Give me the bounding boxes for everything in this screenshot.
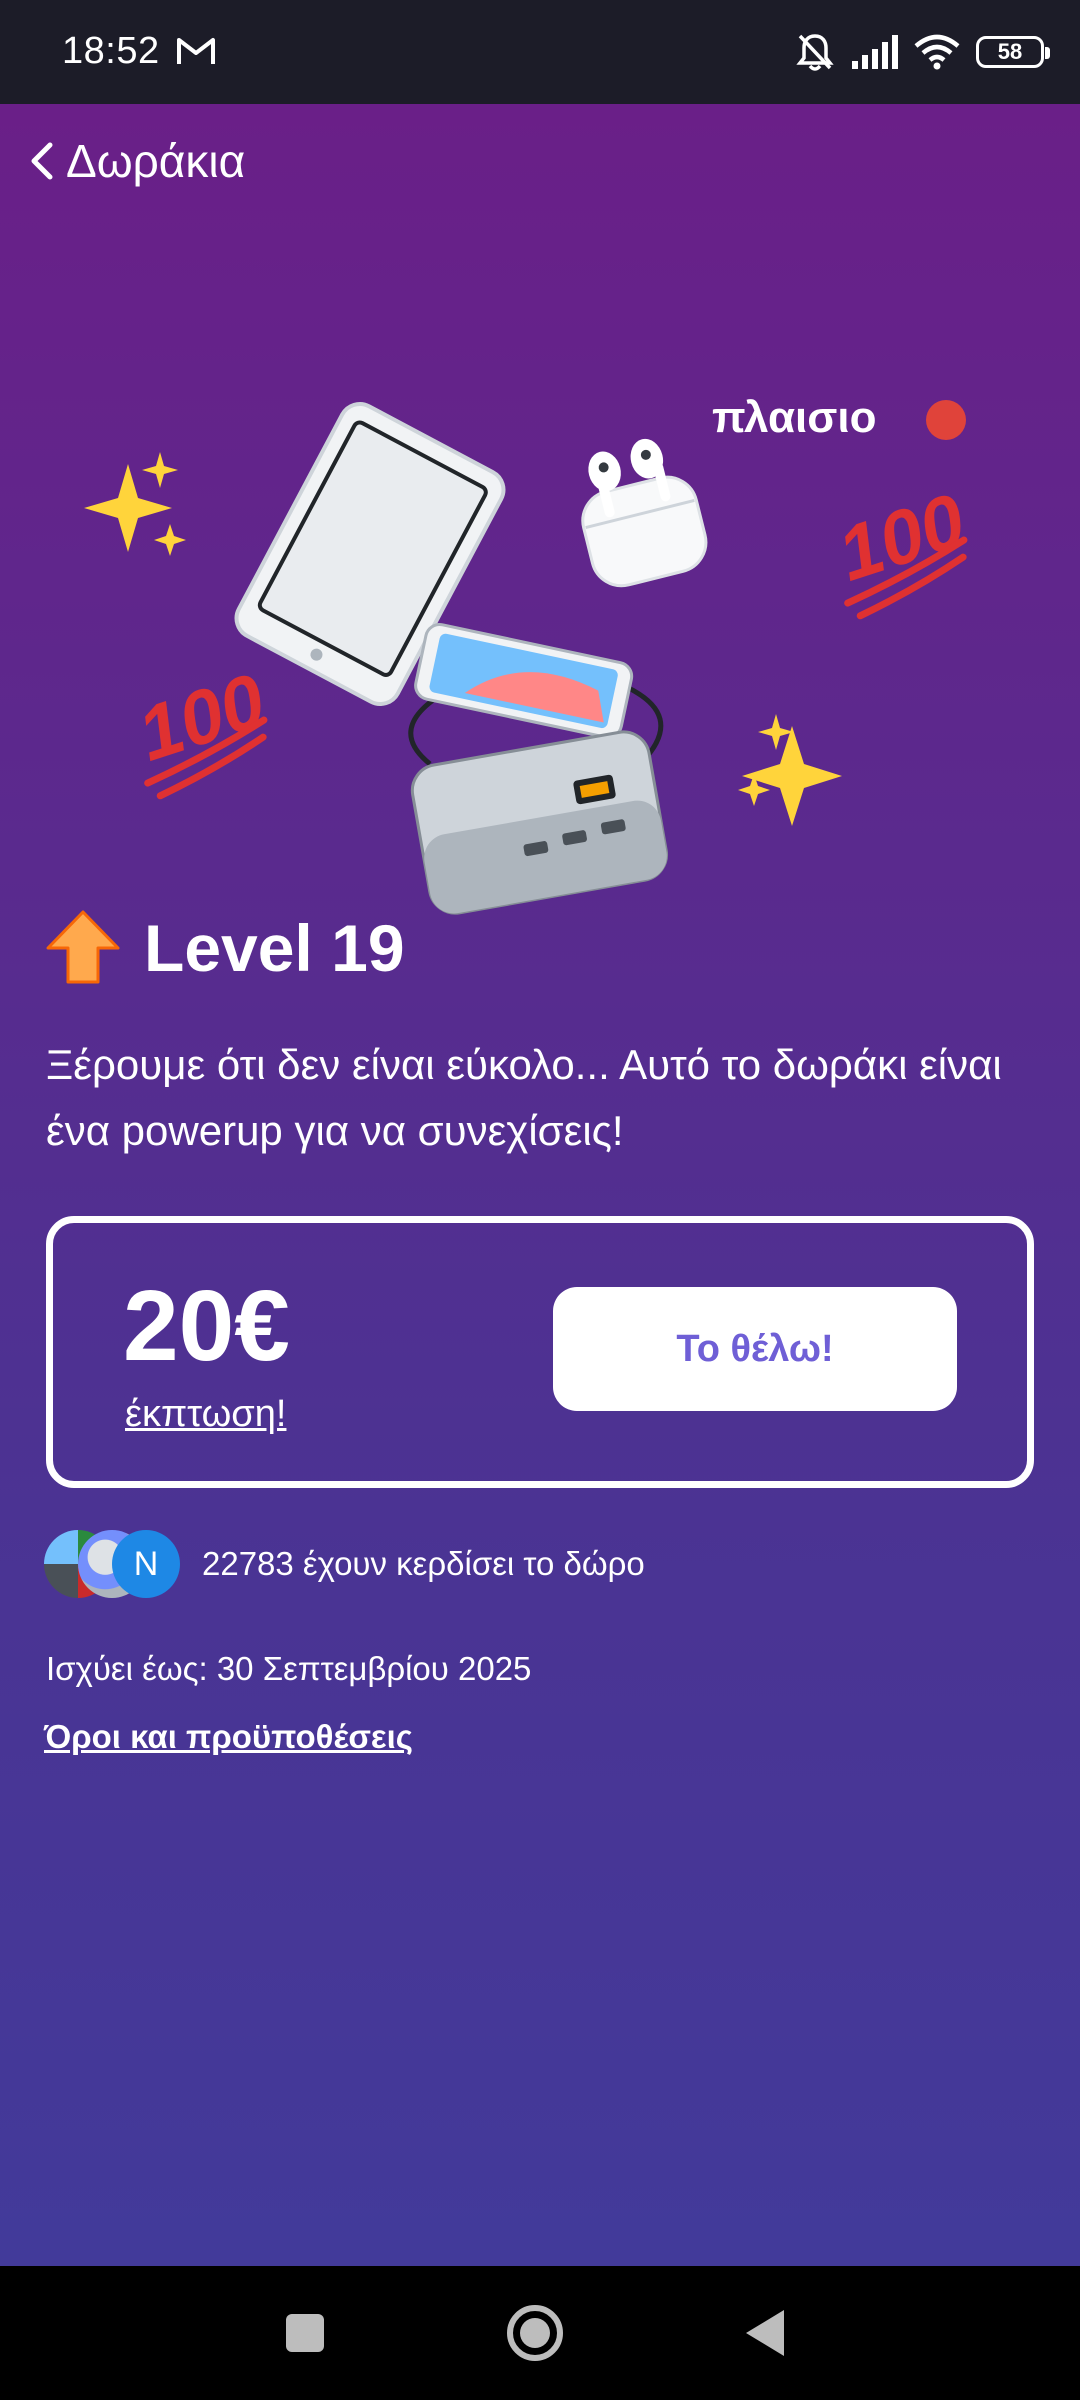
battery-icon: 58 [976,36,1050,68]
chevron-left-icon [31,142,53,180]
level-title: Level 19 [144,911,405,985]
back-label: Δωράκια [66,135,246,187]
brand-text: πλαισιο [712,393,876,442]
description-text: Ξέρουμε ότι δεν είναι εύκολο... Αυτό το … [46,1041,1002,1154]
avatar: N [112,1530,180,1598]
hundred-points-icon: 100 [128,658,275,800]
level-row: Level 19 [44,908,405,988]
smartphone-icon [414,623,634,739]
home-button[interactable] [504,2302,566,2364]
winners-count-text: 22783 έχουν κερδίσει το δώρο [202,1545,645,1582]
terms-link[interactable]: Όροι και προϋποθέσεις [44,1718,413,1756]
triangle-back-icon [746,2310,784,2356]
gmail-icon [177,38,215,64]
bell-off-icon [796,34,834,71]
avatar-initial: N [133,1544,159,1583]
app-screen: Δωράκια πλαισιο 100 100 Level 19 Ξέρουμε… [0,104,1080,2266]
up-arrow-icon [46,910,120,984]
square-icon [286,2314,324,2352]
back-button[interactable]: Δωράκια [26,134,245,188]
battery-level: 58 [997,39,1023,64]
offer-amount: 20€ [123,1270,290,1382]
offer-subtitle: έκπτωση! [125,1393,287,1435]
sparkles-icon [84,452,186,556]
brand-logo: πλαισιο [712,393,966,442]
status-icons: 58 [796,26,1050,78]
claim-button[interactable]: Το θέλω! [553,1287,957,1411]
winners-row: N 22783 έχουν κερδίσει το δώρο [44,1530,645,1598]
hundred-points-icon: 100 [828,478,975,620]
valid-until-text: Ισχύει έως: 30 Σεπτεμβρίου 2025 [46,1650,532,1687]
sparkles-icon [738,714,842,826]
system-nav-bar [0,2266,1080,2400]
recents-button[interactable] [274,2302,336,2364]
offer-card: 20€ έκπτωση! Το θέλω! [46,1216,1034,1488]
powerbank-icon [410,730,669,915]
hero-illustration: πλαισιο 100 100 [84,393,975,915]
earbuds-icon [581,438,708,588]
back-nav-button[interactable] [736,2302,798,2364]
status-bar: 18:52 58 [0,0,1080,104]
wifi-icon [914,34,960,70]
status-time: 18:52 [62,30,160,72]
signal-icon [852,35,898,69]
